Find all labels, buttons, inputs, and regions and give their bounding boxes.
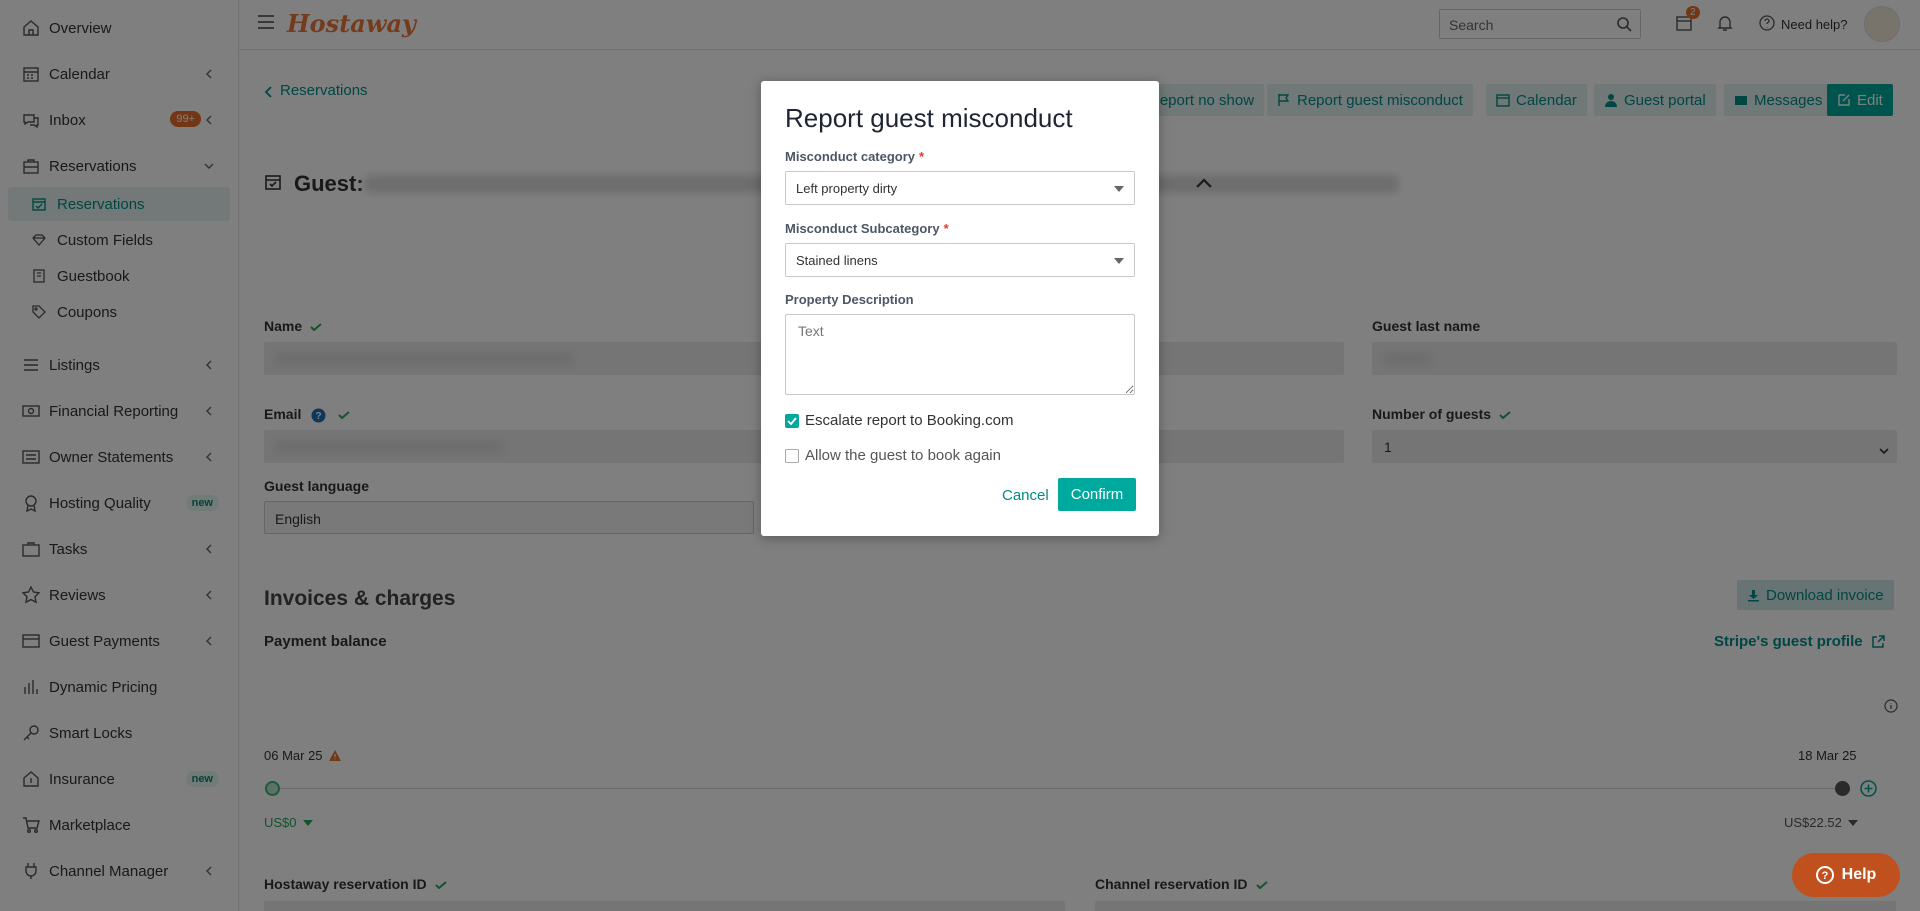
escalate-checkbox-row[interactable]: Escalate report to Booking.com — [785, 412, 1013, 429]
property-description-textarea[interactable] — [785, 314, 1135, 395]
property-description-label: Property Description — [785, 292, 914, 307]
confirm-button[interactable]: Confirm — [1058, 478, 1136, 511]
allow-book-again-row[interactable]: Allow the guest to book again — [785, 447, 1001, 464]
cancel-button[interactable]: Cancel — [1002, 487, 1049, 504]
escalate-label: Escalate report to Booking.com — [805, 412, 1014, 429]
required-asterisk: * — [919, 149, 925, 164]
allow-book-again-label: Allow the guest to book again — [805, 447, 1001, 464]
modal-title: Report guest misconduct — [785, 103, 1073, 133]
question-circle-icon: ? — [1815, 866, 1834, 884]
misconduct-subcategory-value: Stained linens — [796, 253, 878, 268]
confirm-label: Confirm — [1070, 486, 1124, 503]
escalate-checkbox[interactable] — [785, 413, 799, 428]
svg-text:?: ? — [1821, 870, 1828, 882]
misconduct-subcategory-select[interactable]: Stained linens — [785, 243, 1135, 277]
help-widget-button[interactable]: ? Help — [1792, 853, 1900, 897]
report-misconduct-modal: Report guest misconduct Misconduct categ… — [761, 81, 1159, 536]
required-asterisk: * — [943, 221, 949, 236]
caret-down-icon — [1114, 186, 1124, 192]
caret-down-icon — [1114, 258, 1124, 264]
misconduct-category-value: Left property dirty — [796, 181, 898, 196]
misconduct-subcategory-label: Misconduct Subcategory * — [785, 221, 949, 236]
checkmark-icon — [787, 416, 797, 425]
help-label: Help — [1841, 866, 1877, 883]
misconduct-category-label: Misconduct category * — [785, 149, 925, 164]
misconduct-category-select[interactable]: Left property dirty — [785, 171, 1135, 205]
allow-book-again-checkbox[interactable] — [785, 448, 799, 463]
